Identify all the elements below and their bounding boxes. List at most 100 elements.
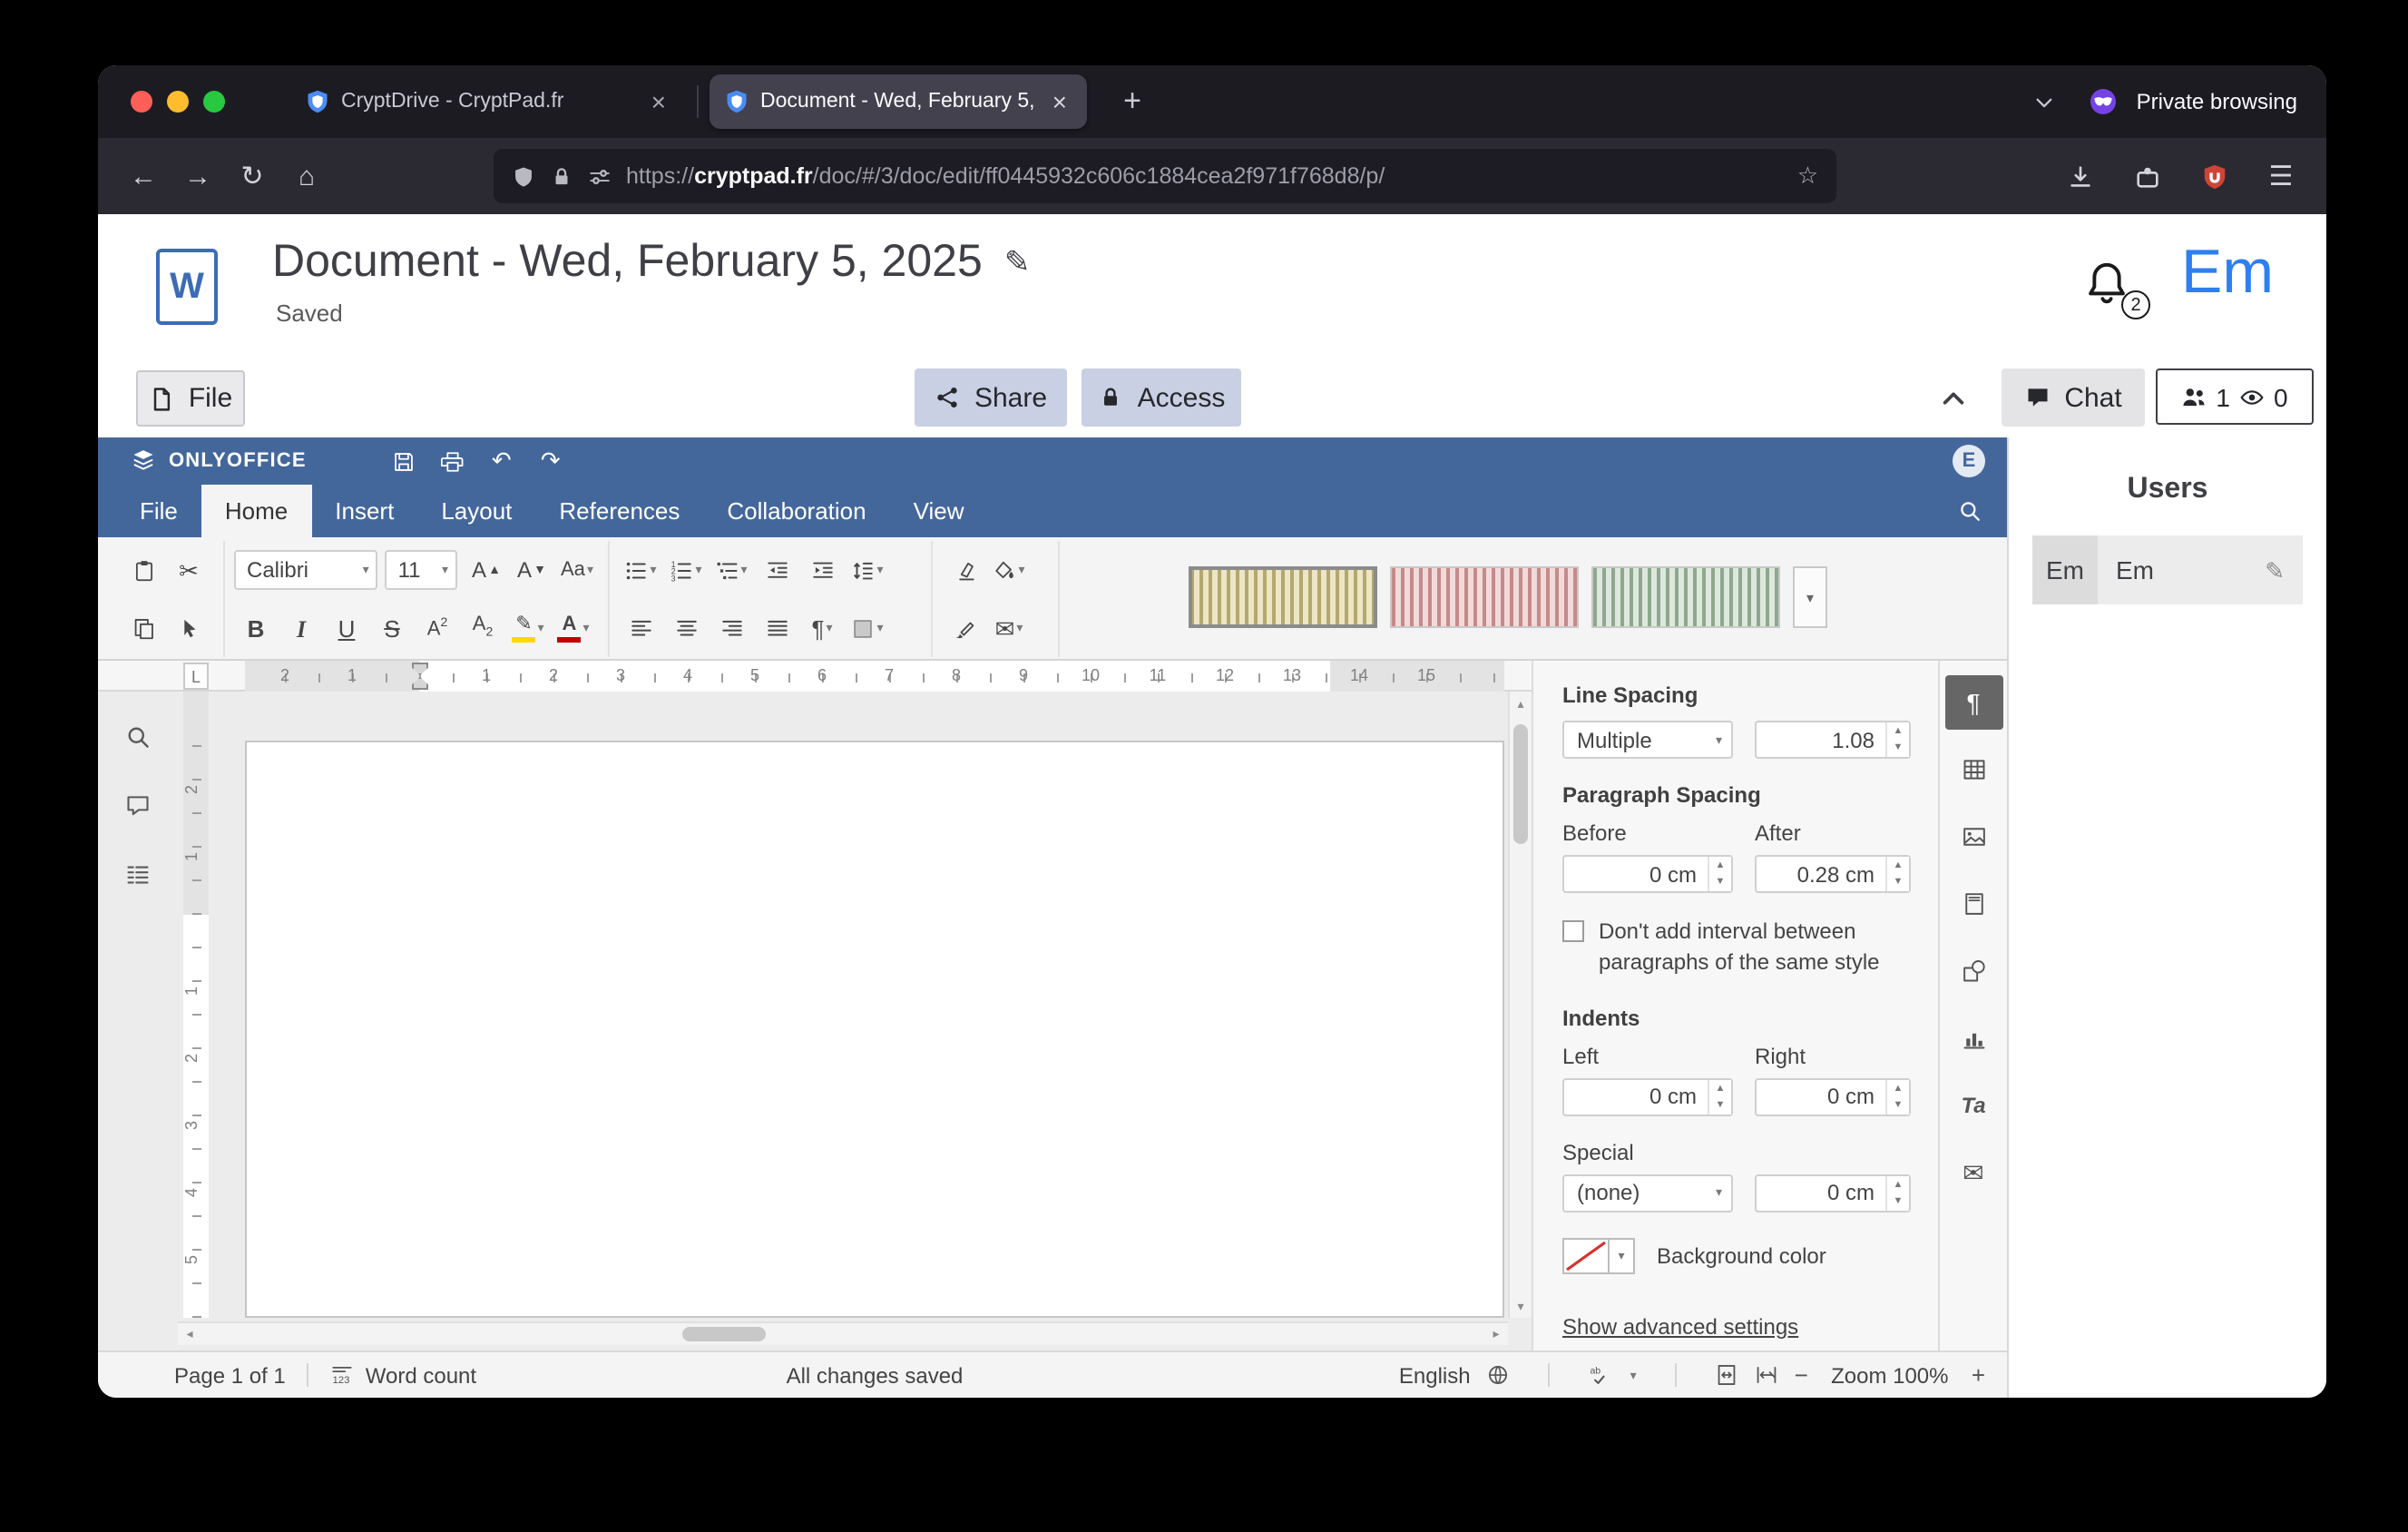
tab-close-icon[interactable]: × — [646, 87, 671, 116]
document-title[interactable]: Document - Wed, February 5, 2025 — [272, 236, 983, 289]
reload-button[interactable]: ↻ — [225, 151, 279, 201]
url-text[interactable]: https://cryptpad.fr/doc/#/3/doc/edit/ff0… — [626, 163, 1783, 189]
shading-button[interactable]: ▾ — [846, 604, 889, 652]
oo-tab-view[interactable]: View — [890, 485, 988, 537]
oo-tab-collaboration[interactable]: Collaboration — [703, 485, 889, 537]
home-button[interactable]: ⌂ — [279, 151, 334, 201]
copy-button[interactable] — [122, 604, 165, 652]
vertical-scrollbar[interactable]: ▴ ▾ — [1508, 692, 1532, 1318]
spinner-arrows[interactable]: ▲▼ — [1885, 1080, 1909, 1115]
print-button[interactable] — [428, 443, 477, 479]
search-button[interactable] — [114, 713, 162, 761]
multilevel-list-button[interactable]: ▾ — [710, 546, 753, 594]
scroll-left-arrow[interactable]: ◂ — [178, 1323, 201, 1345]
oo-tab-references[interactable]: References — [535, 485, 703, 537]
new-tab-button[interactable]: + — [1109, 83, 1156, 120]
user-avatar[interactable]: Em — [2181, 238, 2274, 309]
spinner-arrows[interactable]: ▲▼ — [1708, 857, 1731, 891]
justify-button[interactable] — [755, 604, 798, 652]
align-center-button[interactable] — [664, 604, 708, 652]
clear-style-button[interactable] — [942, 546, 985, 594]
scroll-right-arrow[interactable]: ▸ — [1484, 1323, 1508, 1345]
spellcheck-button[interactable]: ab — [1589, 1363, 1612, 1387]
line-spacing-select[interactable]: Multiple ▾ — [1562, 721, 1733, 759]
tracking-protection-shield-icon[interactable] — [512, 164, 535, 188]
oo-tab-home[interactable]: Home — [201, 485, 311, 537]
forward-button[interactable]: → — [171, 151, 225, 201]
rename-document-pencil-icon[interactable]: ✎ — [1004, 247, 1031, 278]
zoom-out-button[interactable]: − — [1795, 1361, 1808, 1389]
navigation-button[interactable] — [114, 851, 162, 899]
menu-button[interactable]: ☰ — [2254, 151, 2308, 201]
oo-tab-insert[interactable]: Insert — [311, 485, 417, 537]
horizontal-ruler[interactable]: 21123456789101112131415 — [245, 661, 1504, 692]
scrollbar-thumb[interactable] — [1513, 724, 1528, 844]
spinner-arrows[interactable]: ▲▼ — [1885, 1176, 1909, 1211]
oo-tab-layout[interactable]: Layout — [417, 485, 535, 537]
bookmark-star-icon[interactable]: ☆ — [1797, 162, 1818, 191]
close-window-button[interactable] — [131, 91, 152, 113]
bold-button[interactable]: B — [234, 604, 278, 652]
mailmerge-settings-button[interactable]: ✉ — [1944, 1145, 2002, 1200]
font-size-select[interactable]: 11▾ — [386, 550, 457, 590]
advanced-settings-link[interactable]: Show advanced settings — [1562, 1314, 1798, 1340]
cut-button[interactable]: ✂ — [167, 546, 210, 594]
line-spacing-button[interactable]: ▾ — [846, 546, 889, 594]
share-button[interactable]: Share — [915, 368, 1067, 427]
tab-close-icon[interactable]: × — [1047, 87, 1072, 116]
textart-settings-button[interactable]: Ta — [1944, 1078, 2002, 1133]
participants-indicator[interactable]: 1 0 — [2156, 368, 2314, 425]
chart-settings-button[interactable] — [1944, 1011, 2002, 1066]
downloads-button[interactable] — [2052, 151, 2107, 201]
scroll-up-arrow[interactable]: ▴ — [1510, 692, 1532, 715]
document-page[interactable] — [245, 741, 1504, 1318]
fit-page-button[interactable] — [1715, 1363, 1738, 1387]
notifications-bell-button[interactable]: 2 — [2083, 260, 2138, 314]
minimize-window-button[interactable] — [167, 91, 189, 113]
oo-tab-file[interactable]: File — [116, 485, 201, 537]
font-decrease-button[interactable]: A▼ — [510, 546, 553, 594]
italic-button[interactable]: I — [279, 604, 323, 652]
paragraph-style-tile-khaki[interactable] — [1189, 566, 1377, 628]
underline-button[interactable]: U — [325, 604, 368, 652]
paragraph-style-tile-red[interactable] — [1390, 566, 1579, 628]
zoom-in-button[interactable]: + — [1972, 1361, 1985, 1389]
connection-lock-icon[interactable] — [550, 164, 573, 188]
font-color-button[interactable]: A▾ — [552, 604, 595, 652]
background-color-caret[interactable]: ▾ — [1610, 1238, 1635, 1274]
bullets-button[interactable]: ▾ — [619, 546, 662, 594]
superscript-button[interactable]: A2 — [416, 604, 459, 652]
maximize-window-button[interactable] — [203, 91, 225, 113]
headerfooter-settings-button[interactable] — [1944, 877, 2002, 931]
mail-merge-button[interactable]: ✉▾ — [987, 604, 1031, 652]
language-button[interactable]: English — [1399, 1362, 1471, 1388]
strikethrough-button[interactable]: S — [370, 604, 414, 652]
select-all-button[interactable] — [167, 604, 210, 652]
align-left-button[interactable] — [619, 604, 662, 652]
extensions-button[interactable] — [2119, 151, 2174, 201]
user-list-item[interactable]: Em Em ✎ — [2032, 535, 2303, 604]
back-button[interactable]: ← — [116, 151, 171, 201]
comments-button[interactable] — [114, 782, 162, 830]
background-color-swatch[interactable] — [1562, 1238, 1610, 1274]
globe-icon[interactable] — [1487, 1363, 1511, 1387]
undo-button[interactable]: ↶ — [477, 443, 526, 479]
save-button[interactable] — [379, 443, 428, 479]
fit-width-button[interactable] — [1755, 1363, 1778, 1387]
ublock-origin-button[interactable] — [2187, 151, 2241, 201]
search-icon[interactable] — [1958, 499, 1982, 523]
shape-settings-button[interactable] — [1944, 944, 2002, 998]
font-name-select[interactable]: Calibri▾ — [234, 550, 378, 590]
table-settings-button[interactable] — [1944, 742, 2002, 797]
style-gallery-expand-button[interactable]: ▾ — [1793, 566, 1827, 628]
permissions-icon[interactable] — [588, 164, 612, 188]
paragraph-style-tile-green[interactable] — [1591, 566, 1780, 628]
copy-style-button[interactable] — [942, 604, 985, 652]
numbering-button[interactable]: 123▾ — [664, 546, 708, 594]
spinner-arrows[interactable]: ▲▼ — [1885, 722, 1909, 757]
tab-stop-selector[interactable]: L — [183, 663, 209, 690]
no-interval-checkbox[interactable] — [1562, 920, 1584, 942]
paste-button[interactable] — [122, 546, 165, 594]
special-select[interactable]: (none) ▾ — [1562, 1174, 1733, 1213]
chat-button[interactable]: Chat — [2002, 368, 2145, 427]
